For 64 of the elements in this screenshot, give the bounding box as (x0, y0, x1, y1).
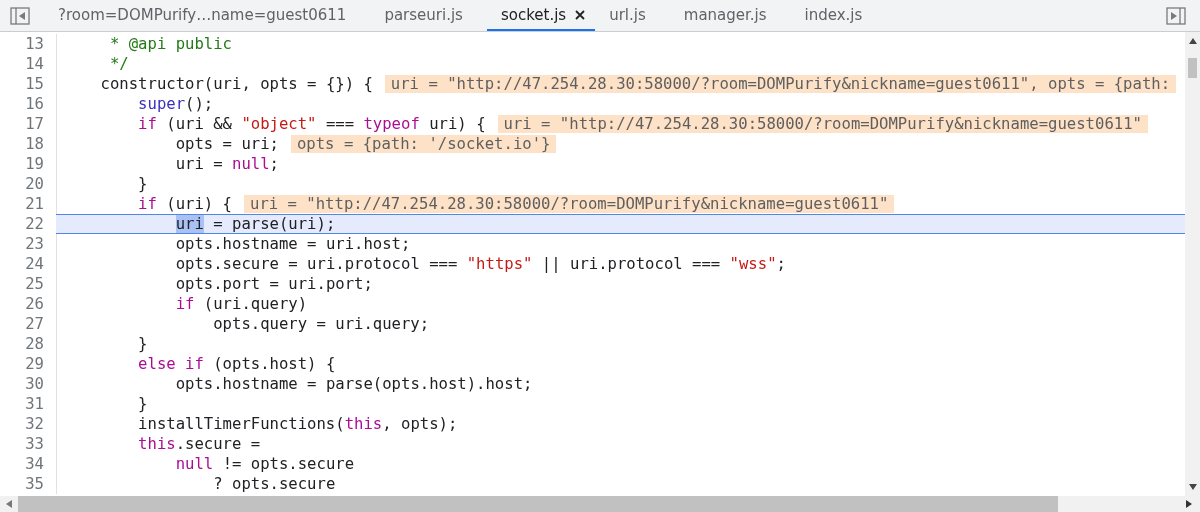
line-number: 34 (24, 455, 44, 473)
line-number: 21 (24, 195, 44, 213)
close-icon[interactable] (575, 9, 586, 20)
code-line: opts = uri; (174, 135, 279, 153)
code-line: */ (108, 55, 129, 73)
code-line: constructor(uri, opts = {}) { (99, 75, 373, 93)
line-number: 20 (24, 175, 44, 193)
file-tab[interactable]: socket.js (486, 0, 596, 31)
code-line: } (137, 395, 148, 413)
file-tab[interactable]: ?room=DOMPurify…name=guest0611 (44, 0, 371, 31)
line-number: 30 (24, 375, 44, 393)
scroll-up-icon[interactable] (1188, 38, 1197, 44)
line-number: 15 (24, 75, 44, 93)
code-line: } (137, 175, 148, 193)
line-number: 25 (24, 275, 44, 293)
code-line: if (uri) { (137, 195, 232, 213)
line-number: 29 (24, 355, 44, 373)
line-number: 19 (24, 155, 44, 173)
line-number: 23 (24, 235, 44, 253)
vertical-scrollbar[interactable] (1185, 32, 1200, 496)
code-line: opts.query = uri.query; (212, 315, 430, 333)
code-line: installTimerFunctions(this, opts); (137, 415, 458, 433)
file-tab[interactable]: parseuri.js (370, 0, 487, 31)
line-number: 17 (24, 115, 44, 133)
line-number: 31 (24, 395, 44, 413)
line-number: 35 (24, 475, 44, 493)
line-number: 14 (24, 55, 44, 73)
line-number: 28 (24, 335, 44, 353)
code-line: ? opts.secure (212, 475, 336, 493)
code-line: uri = null; (174, 155, 279, 173)
line-number: 26 (24, 295, 44, 313)
code-line: else if (opts.host) { (137, 355, 336, 373)
inline-value: uri = "http://47.254.28.30:58000/?room=DOMPurify&nickname=guest0611", opts = {path: (384, 75, 1177, 93)
scroll-thumb[interactable] (1188, 58, 1197, 78)
code-line: super(); (137, 95, 214, 113)
line-number: 24 (24, 255, 44, 273)
line-number: 13 (24, 35, 44, 53)
code-line: opts.port = uri.port; (174, 275, 373, 293)
inline-value: uri = "http://47.254.28.30:58000/?room=DOMPurify&nickname=guest0611" (497, 115, 1148, 133)
line-number: 18 (24, 135, 44, 153)
scroll-left-icon[interactable] (6, 500, 12, 508)
code-line: } (137, 335, 148, 353)
line-number: 32 (24, 415, 44, 433)
file-tab[interactable]: url.js (595, 0, 670, 31)
code-line: null != opts.secure (174, 455, 355, 473)
code-line: opts.hostname = uri.host; (174, 235, 411, 253)
line-number: 33 (24, 435, 44, 453)
scroll-down-icon[interactable] (1188, 484, 1197, 490)
code-line: if (uri && "object" === typeof uri) { (137, 115, 486, 133)
code-line: this.secure = (137, 435, 261, 453)
file-tab[interactable]: index.js (790, 0, 887, 31)
code-line: opts.secure = uri.protocol === "https" || uri.protocol === "wss"; (174, 255, 786, 273)
scroll-right-icon[interactable] (1186, 500, 1192, 508)
file-tab[interactable]: manager.js (669, 0, 791, 31)
code-line: if (uri.query) (174, 295, 308, 313)
code-line: uri = parse(uri); (174, 215, 336, 233)
line-number: 27 (24, 315, 44, 333)
sidebar-toggle-icon[interactable] (10, 6, 30, 25)
inline-value: opts = {path: '/socket.io'} (290, 135, 557, 153)
inline-value: uri = "http://47.254.28.30:58000/?room=DOMPurify&nickname=guest0611" (244, 195, 895, 213)
line-number: 16 (24, 95, 44, 113)
code-line: * @api public (108, 35, 232, 53)
sidebar-toggle-icon[interactable] (1166, 6, 1186, 25)
code-line: opts.hostname = parse(opts.host).host; (174, 375, 533, 393)
